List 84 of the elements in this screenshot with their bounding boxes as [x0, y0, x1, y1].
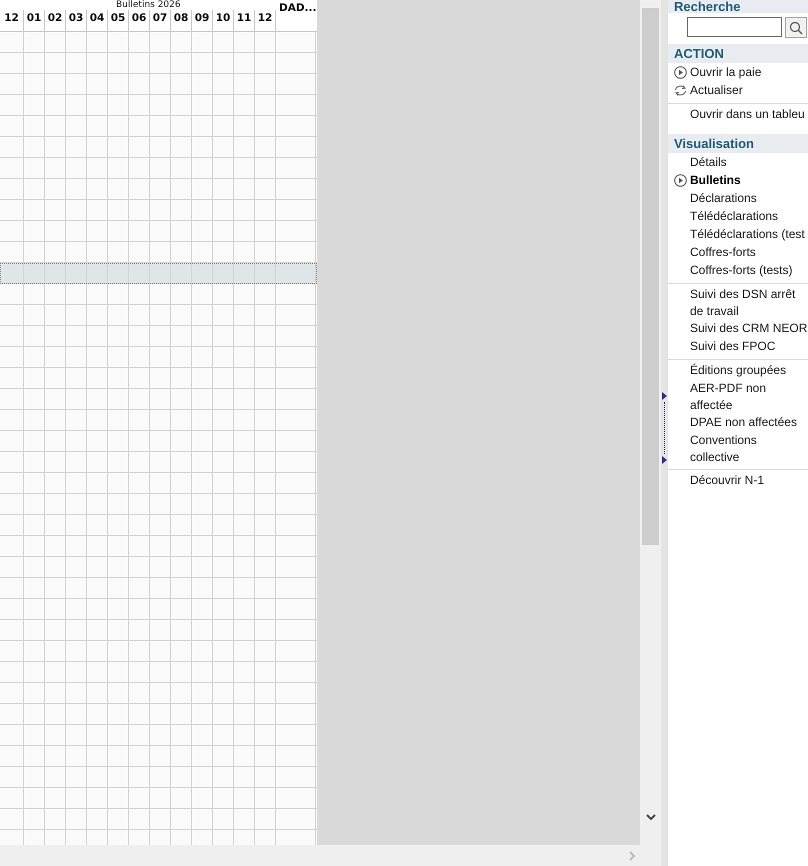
table-row[interactable]	[0, 221, 317, 242]
section-title: Visualisation	[668, 134, 808, 153]
column-header[interactable]: 02	[45, 10, 66, 31]
view-option[interactable]: AER-PDF non affectée	[690, 380, 808, 414]
table-row[interactable]	[0, 410, 317, 431]
vertical-scrollbar[interactable]	[640, 0, 661, 845]
horizontal-scrollbar[interactable]	[0, 845, 661, 866]
view-option[interactable]: Suivi des CRM NEOR	[690, 320, 808, 337]
table-row[interactable]	[0, 704, 317, 725]
column-header[interactable]: 07	[150, 10, 171, 31]
column-group-title: Bulletins 2026	[116, 0, 181, 10]
table-row[interactable]	[0, 557, 317, 578]
view-option[interactable]: Télédéclarations	[690, 208, 808, 225]
view-option[interactable]: Télédéclarations (test	[690, 226, 808, 243]
table-row[interactable]	[0, 746, 317, 767]
table-row[interactable]	[0, 494, 317, 515]
table-row[interactable]	[0, 179, 317, 200]
table-row[interactable]	[0, 95, 317, 116]
view-option[interactable]: Conventions collective	[690, 432, 808, 466]
table-row[interactable]	[0, 326, 317, 347]
view-option[interactable]: Bulletins	[690, 172, 808, 189]
splitter-handle[interactable]	[661, 0, 668, 866]
play-icon	[674, 66, 686, 79]
scroll-thumb[interactable]	[642, 8, 659, 545]
table-row[interactable]	[0, 809, 317, 830]
view-option[interactable]: Coffres-forts	[690, 244, 808, 261]
column-header[interactable]: 08	[171, 10, 192, 31]
view-option[interactable]: Déclarations	[690, 190, 808, 207]
table-row[interactable]	[0, 725, 317, 746]
table-row[interactable]	[0, 389, 317, 410]
table-row[interactable]	[0, 137, 317, 158]
table-row[interactable]	[0, 515, 317, 536]
refresh-icon	[672, 84, 688, 97]
table-row[interactable]	[0, 662, 317, 683]
view-option[interactable]: DPAE non affectées	[690, 414, 808, 431]
table-row[interactable]	[0, 368, 317, 389]
view-option[interactable]: Découvrir N-1	[690, 472, 808, 489]
table-row[interactable]	[0, 767, 317, 788]
view-option[interactable]: Coffres-forts (tests)	[690, 262, 808, 279]
table-row[interactable]	[0, 305, 317, 326]
column-header[interactable]: 03	[66, 10, 87, 31]
table-row[interactable]	[0, 452, 317, 473]
table-row[interactable]	[0, 347, 317, 368]
table-row[interactable]	[0, 788, 317, 809]
action-link[interactable]: Actualiser	[690, 82, 808, 99]
table-row[interactable]	[0, 473, 317, 494]
table-row[interactable]	[0, 74, 317, 95]
column-header[interactable]: 12	[0, 10, 24, 31]
table-row[interactable]	[0, 683, 317, 704]
view-option[interactable]: Détails	[690, 154, 808, 171]
table-row[interactable]	[0, 284, 317, 305]
view-option[interactable]: Éditions groupées	[690, 362, 808, 379]
column-header[interactable]: 11	[234, 10, 255, 31]
view-option[interactable]: Suivi des FPOC	[690, 338, 808, 355]
table-row[interactable]	[0, 158, 317, 179]
table-row[interactable]	[0, 32, 317, 53]
column-header[interactable]: 06	[129, 10, 150, 31]
column-header[interactable]: 01	[24, 10, 45, 31]
table-row[interactable]	[0, 620, 317, 641]
table-row[interactable]	[0, 641, 317, 662]
search-button[interactable]	[785, 17, 807, 38]
table-row[interactable]	[0, 578, 317, 599]
table-row[interactable]	[0, 431, 317, 452]
table-row[interactable]	[0, 599, 317, 620]
column-header[interactable]: DAD...	[276, 2, 316, 31]
section-title: Recherche	[668, 0, 808, 13]
view-option[interactable]: Suivi des DSN arrêt de travail	[690, 286, 808, 320]
column-header[interactable]: 04	[87, 10, 108, 31]
column-header[interactable]: 12	[255, 10, 276, 31]
scroll-down-icon[interactable]	[646, 814, 656, 821]
action-link[interactable]: Ouvrir dans un tableu	[690, 106, 808, 123]
selected-row[interactable]	[0, 263, 317, 284]
search-field[interactable]	[687, 17, 782, 37]
column-header[interactable]: 10	[213, 10, 234, 31]
play-icon	[674, 174, 686, 187]
column-header[interactable]: 05	[108, 10, 129, 31]
column-header[interactable]: 09	[192, 10, 213, 31]
table-row[interactable]	[0, 53, 317, 74]
table-row[interactable]	[0, 536, 317, 557]
scroll-right-icon[interactable]	[629, 851, 636, 861]
table-row[interactable]	[0, 116, 317, 137]
table-row[interactable]	[0, 200, 317, 221]
action-link[interactable]: Ouvrir la paie	[690, 64, 808, 81]
section-title: ACTION	[668, 44, 808, 63]
